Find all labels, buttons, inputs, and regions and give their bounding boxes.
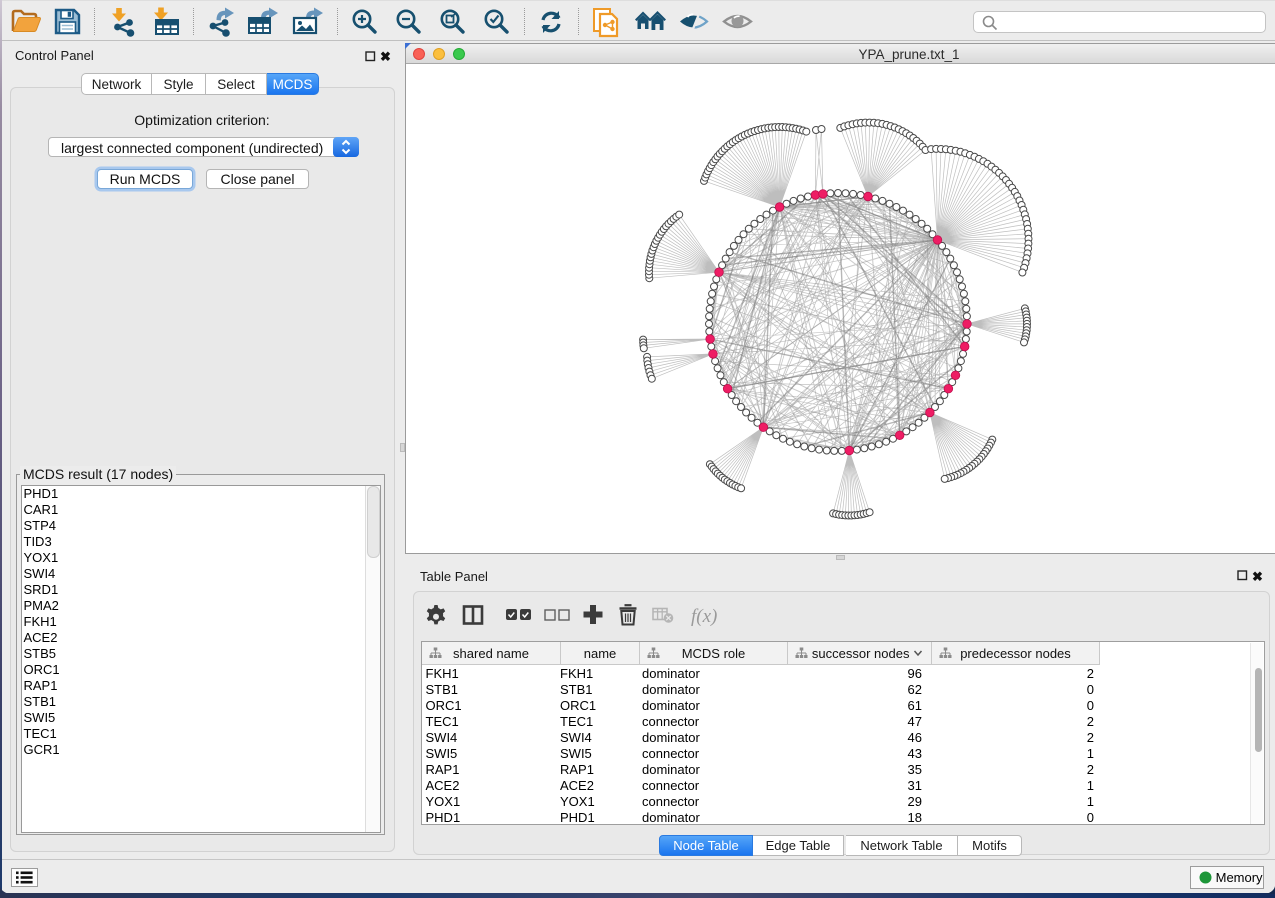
svg-text:f(x): f(x) — [691, 606, 717, 627]
